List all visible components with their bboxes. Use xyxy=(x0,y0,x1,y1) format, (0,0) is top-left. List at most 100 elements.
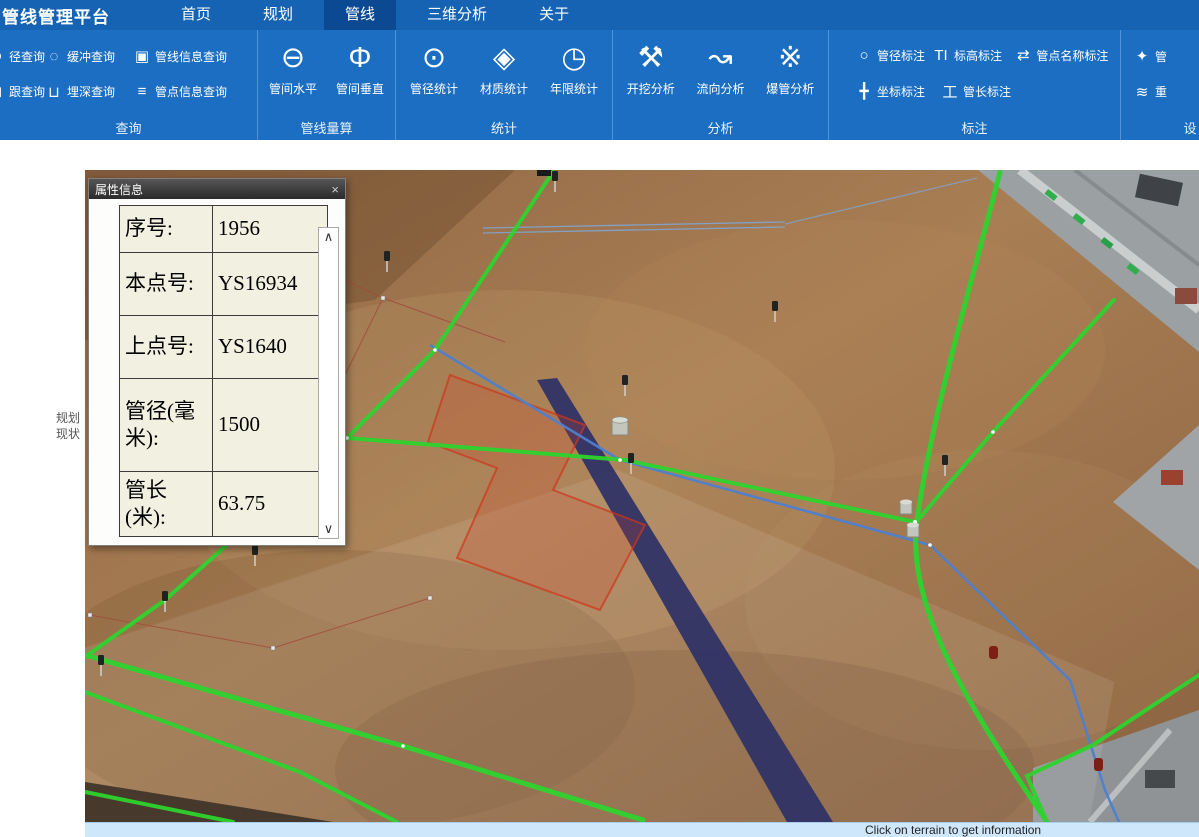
coordinate-label-icon: ╋ xyxy=(855,82,873,100)
ribbon-item-material-stats[interactable]: ◈ 材质统计 xyxy=(472,30,536,118)
prop-label: 管长(米): xyxy=(120,472,213,537)
property-panel-title: 属性信息 xyxy=(95,181,143,198)
nav-item-about[interactable]: 关于 xyxy=(518,0,590,30)
pipe-settings-icon: ✦ xyxy=(1133,47,1151,65)
burst-analysis-icon: ※ xyxy=(778,36,802,80)
nav-item-home[interactable]: 首页 xyxy=(160,0,232,30)
ribbon-item-label: 管线信息查询 xyxy=(155,48,227,65)
diameter-label-icon: ○ xyxy=(855,47,873,64)
ribbon-item-coordinate-label[interactable]: ╋ 坐标标注 xyxy=(855,82,941,100)
ribbon-item-pipeline-info-query[interactable]: ▣ 管线信息查询 xyxy=(133,47,251,65)
ribbon-group-settings: ✦ 管 ≋ 重 设 xyxy=(1121,30,1199,140)
ribbon-item-label: 管 xyxy=(1155,48,1167,65)
prop-value: YS16934 xyxy=(213,253,328,316)
ribbon-item-age-stats[interactable]: ◷ 年限统计 xyxy=(542,30,606,118)
diameter-query-icon: ⊘ xyxy=(0,47,5,65)
ribbon-item-diameter-query[interactable]: ⊘ 径查询 xyxy=(0,47,45,65)
point-name-label-icon: ⇄ xyxy=(1014,46,1032,64)
table-row: 管长(米): 63.75 xyxy=(120,472,328,537)
app-title: 管线管理平台 xyxy=(0,3,160,28)
prop-value: 1956 xyxy=(213,206,328,253)
ribbon-item-label: 年限统计 xyxy=(550,80,598,97)
prop-value: YS1640 xyxy=(213,316,328,379)
ribbon-item-label: 材质统计 xyxy=(480,80,528,97)
close-icon[interactable]: × xyxy=(331,182,339,197)
scroll-up-icon[interactable]: ∧ xyxy=(324,228,334,246)
ribbon-item-depth-query[interactable]: ⊔ 埋深查询 xyxy=(45,83,133,101)
prop-label: 本点号: xyxy=(120,253,213,316)
ribbon-item-label: 标高标注 xyxy=(954,47,1002,64)
ribbon-group-label-settings: 设 xyxy=(1121,118,1199,140)
ribbon-item-buffer-query[interactable]: ◌ 缓冲查询 xyxy=(45,48,133,65)
ribbon-group-label-analysis: 分析 xyxy=(613,118,828,140)
property-panel-titlebar[interactable]: 属性信息 × xyxy=(89,179,345,199)
ribbon-item-label: 径查询 xyxy=(9,48,45,65)
layer-item-current[interactable]: 现状 xyxy=(0,426,80,442)
material-stats-icon: ◈ xyxy=(493,36,515,80)
layer-tree: 规划 现状 xyxy=(0,410,80,442)
reset-icon: ≋ xyxy=(1133,83,1151,101)
depth-query-icon: ⊔ xyxy=(45,83,63,101)
ribbon-group-measure: ⊖ 管间水平 Φ 管间垂直 管线量算 xyxy=(258,30,396,140)
ribbon-item-point-name-label[interactable]: ⇄ 管点名称标注 xyxy=(1014,46,1120,64)
ribbon-group-label-annotation: 标注 xyxy=(829,118,1120,140)
track-query-icon: ⊡ xyxy=(0,83,5,101)
ribbon-group-query: ⊘ 径查询 ◌ 缓冲查询 ▣ 管线信息查询 ⊡ 跟查询 ⊔ xyxy=(0,30,258,140)
ribbon-item-flow-analysis[interactable]: ↝ 流向分析 xyxy=(688,30,752,118)
age-stats-icon: ◷ xyxy=(561,36,586,80)
pipeline-info-query-icon: ▣ xyxy=(133,47,151,65)
ribbon-item-label: 重 xyxy=(1155,83,1167,100)
ribbon-item-label: 管径标注 xyxy=(877,47,925,64)
length-label-icon: 工 xyxy=(941,81,959,102)
horizontal-distance-icon: ⊖ xyxy=(281,36,305,80)
table-row: 序号: 1956 xyxy=(120,206,328,253)
ribbon-group-analysis: ⚒ 开挖分析 ↝ 流向分析 ※ 爆管分析 分析 xyxy=(613,30,829,140)
ribbon-item-label: 跟查询 xyxy=(9,83,45,100)
ribbon-item-reset[interactable]: ≋ 重 xyxy=(1133,83,1167,101)
prop-label: 管径(毫米): xyxy=(120,379,213,472)
ribbon-item-point-info-query[interactable]: ≡ 管点信息查询 xyxy=(133,83,251,100)
panel-scrollbar[interactable]: ∧ ∨ xyxy=(318,227,339,539)
prop-value: 63.75 xyxy=(213,472,328,537)
ribbon-group-label-query: 查询 xyxy=(0,118,257,140)
ribbon-item-burst-analysis[interactable]: ※ 爆管分析 xyxy=(758,30,822,118)
nav-item-3d-analysis[interactable]: 三维分析 xyxy=(406,0,508,30)
property-table: 序号: 1956 本点号: YS16934 上点号: YS1640 管径(毫米)… xyxy=(119,205,328,537)
excavation-analysis-icon: ⚒ xyxy=(638,36,664,80)
ribbon-item-label: 管点名称标注 xyxy=(1036,47,1108,64)
ribbon-item-vertical-distance[interactable]: Φ 管间垂直 xyxy=(328,30,392,118)
ribbon-item-label: 埋深查询 xyxy=(67,83,115,100)
ribbon-item-excavation-analysis[interactable]: ⚒ 开挖分析 xyxy=(619,30,683,118)
ribbon-item-pipe-settings[interactable]: ✦ 管 xyxy=(1133,47,1167,65)
ribbon-group-label-measure: 管线量算 xyxy=(258,118,395,140)
ribbon-item-label: 管长标注 xyxy=(963,83,1011,100)
layer-item-planning[interactable]: 规划 xyxy=(0,410,80,426)
ribbon-item-label: 开挖分析 xyxy=(627,80,675,97)
nav-item-pipeline[interactable]: 管线 xyxy=(324,0,396,30)
ribbon-item-diameter-label[interactable]: ○ 管径标注 xyxy=(855,47,932,64)
ribbon-item-diameter-stats[interactable]: ⊙ 管径统计 xyxy=(402,30,466,118)
status-bar: Click on terrain to get information xyxy=(85,822,1199,837)
ribbon-item-label: 管间垂直 xyxy=(336,80,384,97)
buffer-query-icon: ◌ xyxy=(45,48,63,65)
table-row: 管径(毫米): 1500 xyxy=(120,379,328,472)
flow-analysis-icon: ↝ xyxy=(708,36,732,80)
ribbon-item-label: 缓冲查询 xyxy=(67,48,115,65)
ribbon-item-label: 管点信息查询 xyxy=(155,83,227,100)
prop-value: 1500 xyxy=(213,379,328,472)
ribbon-item-track-query[interactable]: ⊡ 跟查询 xyxy=(0,83,45,101)
elevation-label-icon: TI xyxy=(932,47,950,64)
ribbon-item-length-label[interactable]: 工 管长标注 xyxy=(941,81,1033,102)
ribbon-item-elevation-label[interactable]: TI 标高标注 xyxy=(932,47,1014,64)
scroll-down-icon[interactable]: ∨ xyxy=(324,520,334,538)
property-panel-body: 序号: 1956 本点号: YS16934 上点号: YS1640 管径(毫米)… xyxy=(89,199,345,551)
status-hint: Click on terrain to get information xyxy=(865,823,1041,837)
nav-item-planning[interactable]: 规划 xyxy=(242,0,314,30)
ribbon-item-label: 爆管分析 xyxy=(766,80,814,97)
top-nav: 管线管理平台 首页 规划 管线 三维分析 关于 xyxy=(0,0,1199,30)
diameter-stats-icon: ⊙ xyxy=(422,36,446,80)
point-info-query-icon: ≡ xyxy=(133,83,151,100)
ribbon-item-horizontal-distance[interactable]: ⊖ 管间水平 xyxy=(261,30,325,118)
vertical-distance-icon: Φ xyxy=(348,36,371,80)
ribbon-toolbar: ⊘ 径查询 ◌ 缓冲查询 ▣ 管线信息查询 ⊡ 跟查询 ⊔ xyxy=(0,30,1199,140)
